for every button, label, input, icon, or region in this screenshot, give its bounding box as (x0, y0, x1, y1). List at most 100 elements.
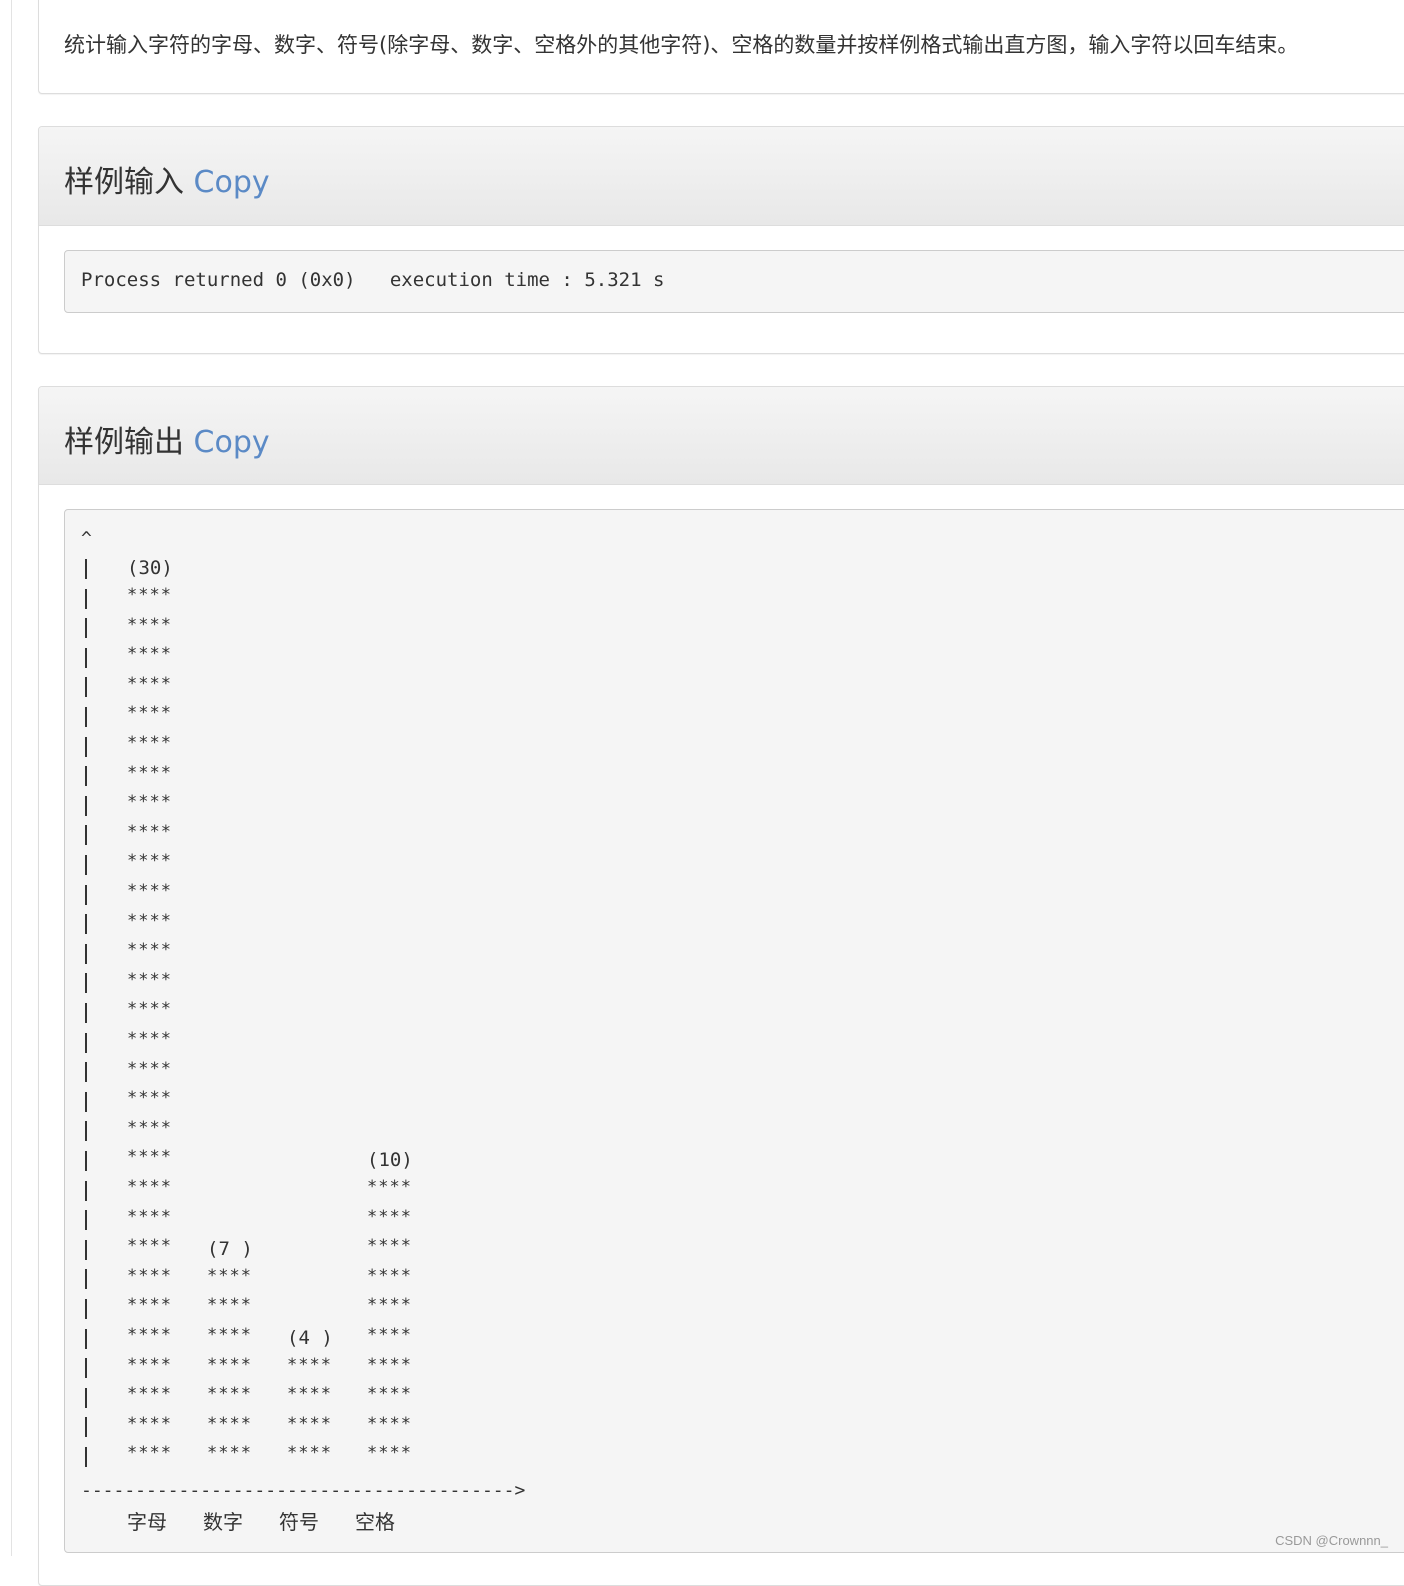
histogram-axis-segment (85, 1269, 87, 1290)
bar-segment: **** (127, 1354, 172, 1375)
description-panel: 统计输入字符的字母、数字、符号(除字母、数字、空格外的其他字符)、空格的数量并按… (38, 0, 1404, 94)
bar-segment: **** (127, 673, 172, 694)
bar-segment: **** (367, 1295, 412, 1316)
sample-output-heading: 样例输出 Copy (39, 387, 1404, 485)
bar-segment: **** (127, 851, 172, 872)
histogram-axis-segment (85, 647, 87, 668)
histogram-axis-segment (85, 825, 87, 846)
sample-output-title-text: 样例输出 (64, 425, 184, 460)
histogram-axis-segment (85, 1328, 87, 1349)
histogram-axis-segment (85, 1447, 87, 1467)
bar-segment: **** (207, 1384, 252, 1405)
bar-segment: **** (127, 614, 172, 635)
histogram-axis-segment (85, 618, 87, 639)
bar-segment: **** (367, 1384, 412, 1405)
sample-output-title: 样例输出 Copy (64, 417, 270, 461)
bar-segment: **** (207, 1325, 252, 1345)
bar-segment: **** (127, 733, 172, 753)
bar-value-label: (7 ) (207, 1237, 253, 1260)
sample-output-panel: 样例输出 Copy ^ ----------------------------… (38, 386, 1404, 1586)
bar-segment: **** (127, 585, 172, 605)
bar-segment: **** (127, 999, 172, 1020)
category-label: 数字 (203, 1510, 243, 1534)
sample-input-heading: 样例输入 Copy (39, 127, 1404, 226)
bar-segment: **** (207, 1413, 252, 1434)
histogram-axis-segment (85, 1239, 87, 1260)
bar-segment: **** (127, 1325, 172, 1345)
copy-input-link[interactable]: Copy (194, 165, 270, 200)
histogram-axis-segment (85, 1387, 87, 1408)
bar-segment: **** (207, 1443, 252, 1464)
bar-segment: **** (367, 1265, 412, 1286)
histogram-axis-segment (85, 677, 87, 698)
histogram-axis-segment (85, 736, 87, 757)
bar-segment: **** (367, 1325, 412, 1345)
histogram-axis-segment (85, 1003, 87, 1023)
histogram-axis-segment (85, 707, 87, 727)
bar-value-label: (4 ) (287, 1326, 333, 1349)
sample-input-title: 样例输入 Copy (64, 157, 270, 201)
bar-segment: **** (127, 969, 172, 990)
bar-segment: **** (207, 1295, 252, 1316)
bar-segment: **** (127, 1147, 172, 1168)
bar-segment: **** (367, 1177, 412, 1197)
histogram-axis-segment (85, 1210, 87, 1231)
sample-input-code: Process returned 0 (0x0) execution time … (81, 269, 665, 291)
bar-segment: **** (127, 1384, 172, 1405)
histogram-y-axis-arrow: ^ (81, 528, 92, 549)
bar-segment: **** (367, 1354, 412, 1375)
histogram-axis-segment (85, 1121, 87, 1142)
bar-segment: **** (127, 1058, 172, 1079)
bar-segment: **** (127, 1236, 172, 1257)
copy-output-link[interactable]: Copy (194, 425, 270, 460)
bar-segment: **** (127, 762, 172, 783)
bar-segment: **** (287, 1354, 332, 1375)
sample-input-title-text: 样例输入 (64, 165, 184, 200)
category-label: 空格 (355, 1510, 395, 1534)
bar-segment: **** (127, 1443, 172, 1464)
bar-segment: **** (127, 792, 172, 813)
bar-value-label: (30) (127, 557, 173, 579)
bar-segment: **** (127, 1029, 172, 1049)
left-border-line (11, 0, 12, 1556)
histogram-axis-segment (85, 1180, 87, 1201)
csdn-watermark: CSDN @Crownnn_ (1275, 1533, 1388, 1548)
bar-segment: **** (127, 1413, 172, 1434)
bar-segment: **** (207, 1354, 252, 1375)
bar-segment: **** (207, 1265, 252, 1286)
bar-segment: **** (127, 940, 172, 961)
histogram-axis-segment (85, 914, 87, 935)
bar-value-label: (10) (367, 1149, 413, 1171)
sample-input-code-box[interactable]: Process returned 0 (0x0) execution time … (64, 250, 1404, 313)
histogram-axis-segment (85, 1062, 87, 1083)
histogram-axis-segment (85, 559, 87, 579)
histogram-axis-segment (85, 973, 87, 994)
bar-segment: **** (287, 1443, 332, 1464)
bar-segment: **** (127, 1177, 172, 1197)
sample-input-panel: 样例输入 Copy Process returned 0 (0x0) execu… (38, 126, 1404, 354)
histogram-axis-segment (85, 943, 87, 964)
bar-segment: **** (127, 821, 172, 842)
bar-segment: **** (367, 1236, 412, 1257)
bar-segment: **** (127, 910, 172, 931)
category-label: 符号 (279, 1510, 319, 1534)
histogram-axis-segment (85, 588, 87, 609)
bar-segment: **** (127, 703, 172, 724)
bar-segment: **** (127, 1295, 172, 1316)
bar-segment: **** (367, 1443, 412, 1464)
bar-segment: **** (287, 1413, 332, 1434)
sample-output-code-box[interactable]: ^ --------------------------------------… (64, 509, 1404, 1553)
bar-segment: **** (127, 1265, 172, 1286)
bar-segment: **** (127, 1117, 172, 1138)
histogram-axis-segment (85, 766, 87, 787)
bar-segment: **** (127, 644, 172, 665)
histogram-axis-segment (85, 795, 87, 816)
histogram-axis-segment (85, 1091, 87, 1112)
bar-segment: **** (127, 1206, 172, 1227)
histogram-axis-segment (85, 1358, 87, 1379)
histogram-axis-segment (85, 1032, 87, 1053)
bar-segment: **** (127, 881, 172, 901)
bar-segment: **** (287, 1384, 332, 1405)
histogram-x-axis: ----------------------------------------… (81, 1480, 526, 1501)
histogram-axis-segment (85, 1299, 87, 1319)
